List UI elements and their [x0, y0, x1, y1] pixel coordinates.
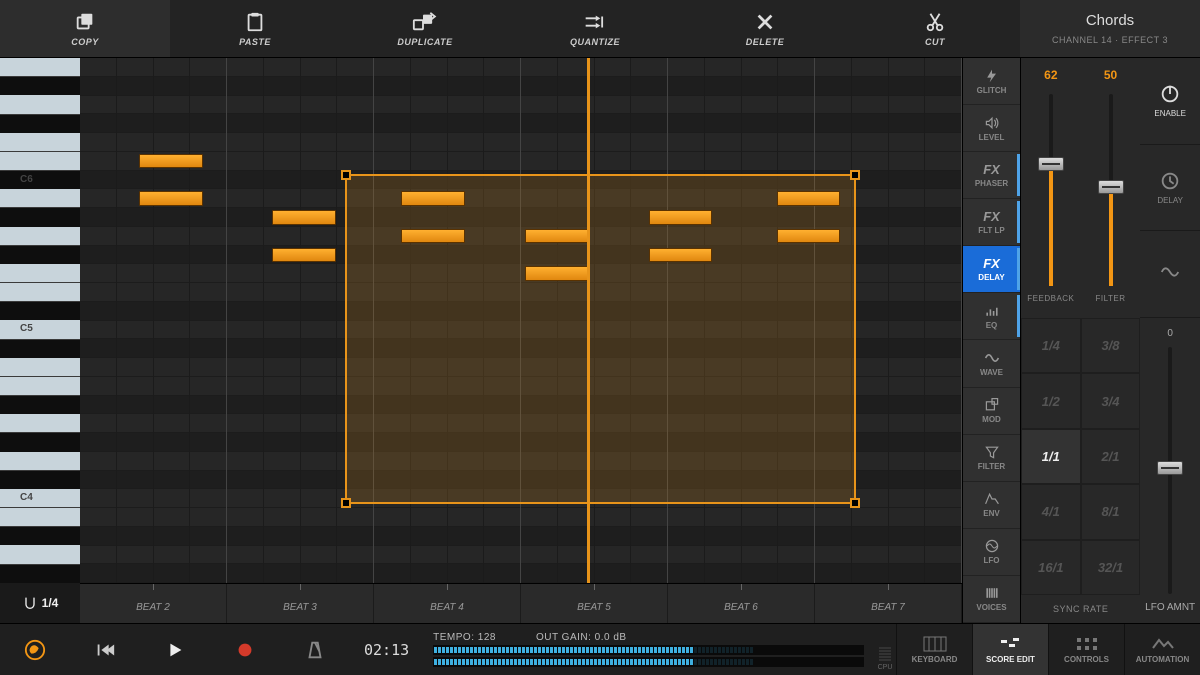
sync-2-1[interactable]: 2/1: [1081, 429, 1141, 484]
sync-3-4[interactable]: 3/4: [1081, 373, 1141, 428]
record-button[interactable]: [210, 624, 280, 675]
midi-note[interactable]: [777, 191, 841, 206]
cut-button[interactable]: CUT: [850, 0, 1020, 57]
fx-level[interactable]: LEVEL: [963, 105, 1020, 152]
midi-note[interactable]: [272, 210, 336, 225]
fx-glitch[interactable]: GLITCH: [963, 58, 1020, 105]
sync-1-4[interactable]: 1/4: [1021, 318, 1081, 373]
sync-1-2[interactable]: 1/2: [1021, 373, 1081, 428]
lfo-amount-slider[interactable]: 0 LFO AMNT: [1140, 318, 1200, 623]
fx-fltlp[interactable]: FXFLT LP: [963, 199, 1020, 246]
mode-score-edit[interactable]: SCORE EDIT: [972, 624, 1048, 675]
enable-button[interactable]: ENABLE: [1140, 58, 1200, 145]
play-button[interactable]: [140, 624, 210, 675]
filter-slider[interactable]: 50 FILTER: [1081, 58, 1141, 318]
cpu-meter: CPU: [874, 624, 896, 675]
delay-button[interactable]: DELAY: [1140, 145, 1200, 232]
rewind-button[interactable]: [70, 624, 140, 675]
delete-button[interactable]: DELETE: [680, 0, 850, 57]
mode-controls[interactable]: CONTROLS: [1048, 624, 1124, 675]
fx-wave[interactable]: WAVE: [963, 340, 1020, 387]
sync-3-8[interactable]: 3/8: [1081, 318, 1141, 373]
sync-rate: 1/43/81/23/41/12/14/18/116/132/1 SYNC RA…: [1021, 318, 1140, 623]
midi-note[interactable]: [272, 248, 336, 263]
duplicate-button[interactable]: DUPLICATE: [340, 0, 510, 57]
effect-header: Chords CHANNEL 14 · EFFECT 3: [1020, 0, 1200, 57]
effect-panel: 62 FEEDBACK 50 FILTER ENABLE DELAY 1/43: [1020, 58, 1200, 623]
midi-note[interactable]: [525, 229, 589, 244]
output-meter: TEMPO: 128OUT GAIN: 0.0 dB: [423, 624, 874, 675]
piano-roll[interactable]: BEAT 2BEAT 3BEAT 4BEAT 5BEAT 6BEAT 7: [80, 58, 962, 623]
midi-note[interactable]: [525, 266, 589, 281]
beat-ruler[interactable]: BEAT 2BEAT 3BEAT 4BEAT 5BEAT 6BEAT 7: [80, 583, 962, 623]
sync-1-1[interactable]: 1/1: [1021, 429, 1081, 484]
fx-lfo[interactable]: LFO: [963, 529, 1020, 576]
time-display: 02:13: [350, 624, 423, 675]
paste-button[interactable]: PASTE: [170, 0, 340, 57]
mode-keyboard[interactable]: KEYBOARD: [896, 624, 972, 675]
midi-note[interactable]: [649, 248, 713, 263]
sync-4-1[interactable]: 4/1: [1021, 484, 1081, 539]
quantize-button[interactable]: QUANTIZE: [510, 0, 680, 57]
copy-button[interactable]: COPY: [0, 0, 170, 57]
metronome-button[interactable]: [280, 624, 350, 675]
effect-subtitle: CHANNEL 14 · EFFECT 3: [1052, 35, 1168, 45]
fx-delay[interactable]: FXDELAY: [963, 246, 1020, 293]
sync-32-1[interactable]: 32/1: [1081, 540, 1141, 595]
feedback-slider[interactable]: 62 FEEDBACK: [1021, 58, 1081, 318]
midi-note[interactable]: [401, 229, 465, 244]
playhead[interactable]: [587, 58, 590, 583]
transport-bar: 02:13 TEMPO: 128OUT GAIN: 0.0 dB CPU KEY…: [0, 623, 1200, 675]
sync-8-1[interactable]: 8/1: [1081, 484, 1141, 539]
midi-note[interactable]: [139, 154, 203, 169]
midi-note[interactable]: [649, 210, 713, 225]
fx-voices[interactable]: VOICES: [963, 576, 1020, 623]
snap-setting[interactable]: 1/4: [0, 583, 80, 623]
midi-note[interactable]: [401, 191, 465, 206]
sync-16-1[interactable]: 16/1: [1021, 540, 1081, 595]
effect-title: Chords: [1086, 12, 1134, 29]
selection-box[interactable]: [345, 174, 857, 505]
fx-sidebar: GLITCH LEVEL FXPHASER FXFLT LP FXDELAY E…: [962, 58, 1020, 623]
midi-note[interactable]: [777, 229, 841, 244]
fx-eq[interactable]: EQ: [963, 293, 1020, 340]
top-toolbar: COPY PASTE DUPLICATE QUANTIZE DELETE CUT…: [0, 0, 1200, 58]
piano-keys[interactable]: C6C5C4 1/4: [0, 58, 80, 623]
midi-note[interactable]: [139, 191, 203, 206]
fx-phaser[interactable]: FXPHASER: [963, 152, 1020, 199]
app-logo[interactable]: [0, 624, 70, 675]
mode-automation[interactable]: AUTOMATION: [1124, 624, 1200, 675]
fx-env[interactable]: ENV: [963, 482, 1020, 529]
fx-filter[interactable]: FILTER: [963, 435, 1020, 482]
fx-mod[interactable]: MOD: [963, 388, 1020, 435]
wave-icon: [1140, 231, 1200, 318]
